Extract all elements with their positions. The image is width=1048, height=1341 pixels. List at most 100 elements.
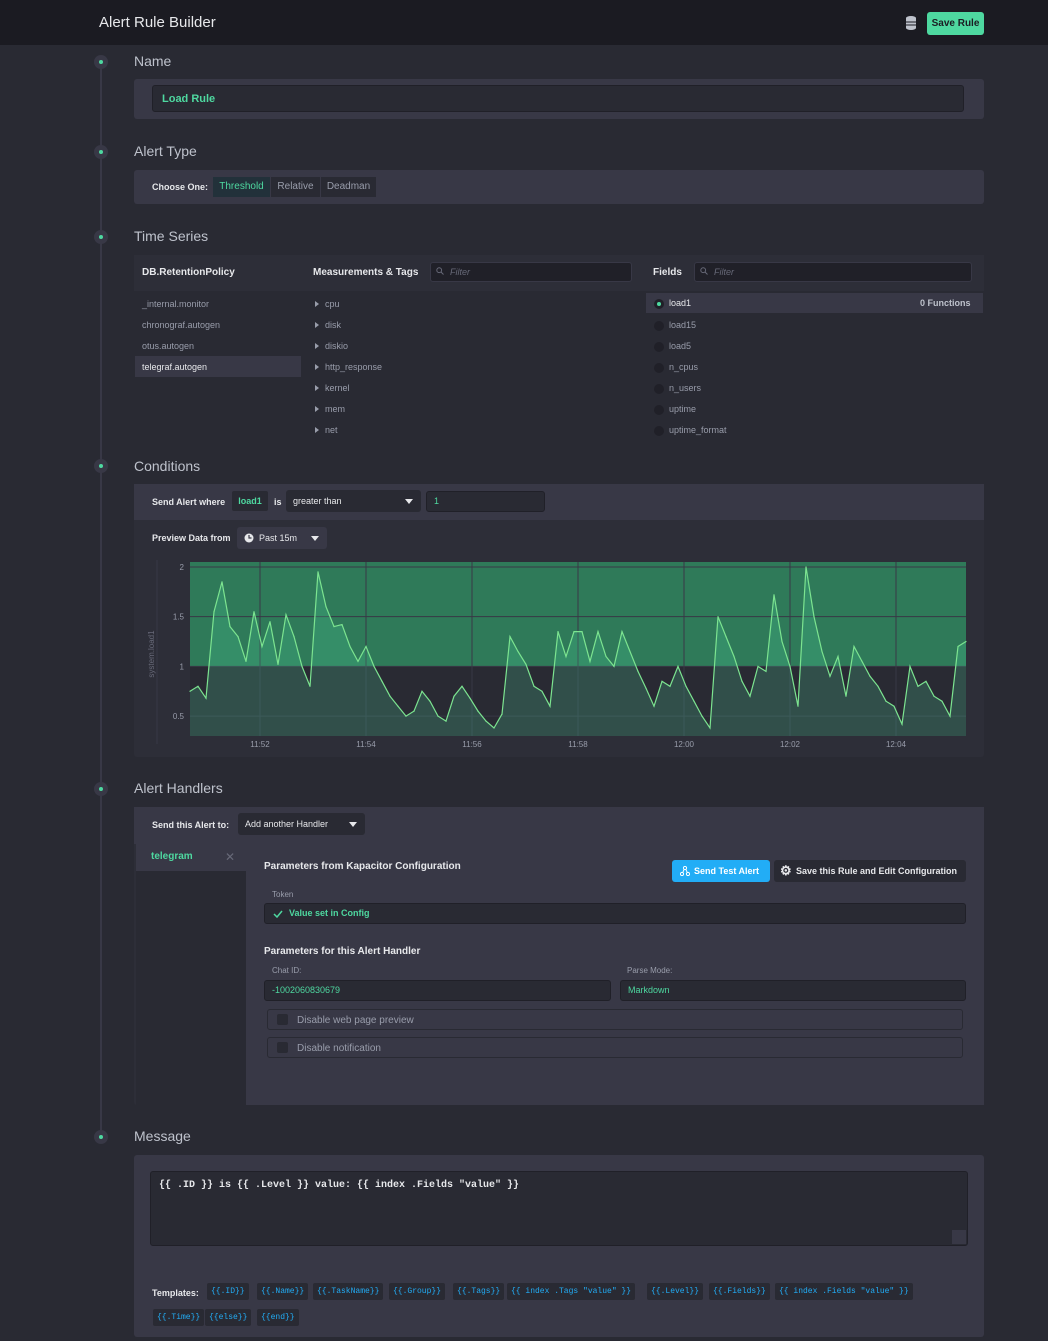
data-point — [517, 650, 519, 653]
send-test-alert-button[interactable]: Send Test Alert — [672, 860, 770, 882]
measurement-item[interactable]: http_response — [315, 362, 382, 372]
data-point — [845, 695, 847, 697]
preview-range-dropdown[interactable]: Past 15m — [237, 527, 327, 549]
measurement-item[interactable]: kernel — [315, 383, 350, 393]
template-chip[interactable]: {{.Group}} — [389, 1283, 446, 1300]
data-point — [925, 680, 927, 682]
alert-type-deadman[interactable]: Deadman — [321, 177, 376, 197]
functions-label[interactable]: 0 Functions — [920, 298, 971, 308]
data-point — [453, 695, 455, 697]
data-point — [341, 624, 343, 626]
db-item[interactable]: _internal.monitor — [142, 299, 209, 309]
template-chip[interactable]: {{ index .Fields "value" }} — [775, 1283, 913, 1300]
measurements-filter-input[interactable]: Filter — [430, 262, 632, 282]
section-title-message: Message — [134, 1128, 191, 1144]
threshold-value-input[interactable]: 1 — [426, 491, 545, 512]
gear-icon: ⚙ — [780, 863, 792, 878]
y-tick-label: 0.5 — [173, 712, 185, 721]
data-point — [869, 675, 871, 677]
data-point — [397, 705, 399, 707]
data-point — [933, 695, 935, 697]
data-point — [309, 685, 311, 687]
message-textarea[interactable]: {{ .ID }} is {{ .Level }} value: {{ inde… — [150, 1171, 968, 1246]
caret-right-icon — [315, 343, 319, 349]
operator-dropdown[interactable]: greater than — [286, 490, 421, 512]
handler-tab-label: telegram — [151, 851, 193, 862]
template-chip[interactable]: {{.ID}} — [207, 1283, 249, 1300]
data-point — [237, 636, 239, 638]
template-chip[interactable]: {{.Level}} — [647, 1283, 704, 1300]
data-point — [525, 663, 527, 665]
db-item[interactable]: otus.autogen — [142, 341, 194, 351]
chat-id-input[interactable]: -1002060830679 — [264, 980, 611, 1001]
data-point — [421, 690, 423, 692]
data-point — [645, 687, 647, 689]
data-point — [741, 680, 743, 682]
data-point — [621, 631, 623, 633]
template-chip[interactable]: {{.TaskName}} — [313, 1283, 384, 1300]
search-icon — [436, 267, 444, 275]
data-point — [749, 695, 751, 697]
caret-right-icon — [315, 385, 319, 391]
data-point — [765, 670, 767, 672]
save-rule-button[interactable]: Save Rule — [927, 12, 984, 35]
data-point — [701, 715, 703, 717]
data-point — [717, 616, 719, 618]
template-chip[interactable]: {{.Fields}} — [709, 1283, 770, 1300]
data-point — [301, 665, 303, 667]
handler-tab-telegram[interactable]: telegram ✕ — [136, 844, 246, 871]
data-point — [469, 697, 471, 699]
disable-preview-checkbox[interactable]: Disable web page preview — [267, 1009, 963, 1030]
add-handler-dropdown[interactable]: Add another Handler — [238, 813, 365, 835]
db-item-selected[interactable]: telegraf.autogen — [142, 362, 207, 372]
timeline-dot — [94, 55, 108, 69]
measurement-item[interactable]: cpu — [315, 299, 340, 309]
caret-right-icon — [315, 364, 319, 370]
data-point — [805, 566, 807, 568]
edit-configuration-button[interactable]: ⚙ Save this Rule and Edit Configuration — [774, 860, 966, 882]
data-point — [565, 655, 567, 658]
template-chip[interactable]: {{else}} — [205, 1309, 252, 1326]
caret-down-icon — [405, 499, 413, 504]
template-chip[interactable]: {{ index .Tags "value" }} — [507, 1283, 636, 1300]
data-point — [485, 720, 487, 722]
data-point — [381, 680, 383, 682]
alert-type-relative[interactable]: Relative — [271, 177, 320, 197]
is-label: is — [274, 497, 282, 507]
template-chip[interactable]: {{.Tags}} — [453, 1283, 505, 1300]
checkbox-icon — [654, 405, 664, 415]
fields-filter-input[interactable]: Filter — [694, 262, 972, 282]
template-chip[interactable]: {{.Time}} — [153, 1309, 205, 1326]
data-point — [365, 645, 367, 648]
db-item[interactable]: chronograf.autogen — [142, 320, 220, 330]
data-point — [461, 685, 463, 687]
data-point — [581, 631, 583, 633]
data-point — [325, 606, 327, 608]
measurement-item[interactable]: net — [315, 425, 338, 435]
rule-name-input[interactable]: Load Rule — [152, 85, 964, 112]
alert-type-threshold[interactable]: Threshold — [213, 177, 270, 197]
parse-mode-input[interactable]: Markdown — [620, 980, 966, 1001]
section-title-conditions: Conditions — [134, 458, 201, 474]
network-icon — [680, 866, 690, 876]
data-point — [629, 650, 631, 653]
y-tick-label: 1.5 — [173, 613, 185, 622]
filter-placeholder: Filter — [450, 267, 470, 277]
database-icon[interactable] — [904, 15, 918, 31]
x-tick-label: 11:52 — [250, 740, 270, 749]
clock-icon — [244, 533, 254, 543]
measurement-item[interactable]: disk — [315, 320, 341, 330]
message-text: {{ .ID }} is {{ .Level }} value: {{ inde… — [159, 1180, 520, 1191]
close-icon[interactable]: ✕ — [225, 850, 235, 864]
template-chip[interactable]: {{end}} — [257, 1309, 299, 1326]
token-label: Token — [272, 890, 294, 899]
data-point — [605, 655, 607, 658]
resize-handle[interactable] — [952, 1230, 966, 1244]
measurement-item[interactable]: mem — [315, 404, 345, 414]
template-chip[interactable]: {{.Name}} — [257, 1283, 309, 1300]
caret-right-icon — [315, 301, 319, 307]
measurement-item[interactable]: diskio — [315, 341, 348, 351]
data-point — [773, 594, 775, 596]
disable-notification-checkbox[interactable]: Disable notification — [267, 1037, 963, 1058]
y-axis-label: system.load1 — [147, 630, 156, 678]
